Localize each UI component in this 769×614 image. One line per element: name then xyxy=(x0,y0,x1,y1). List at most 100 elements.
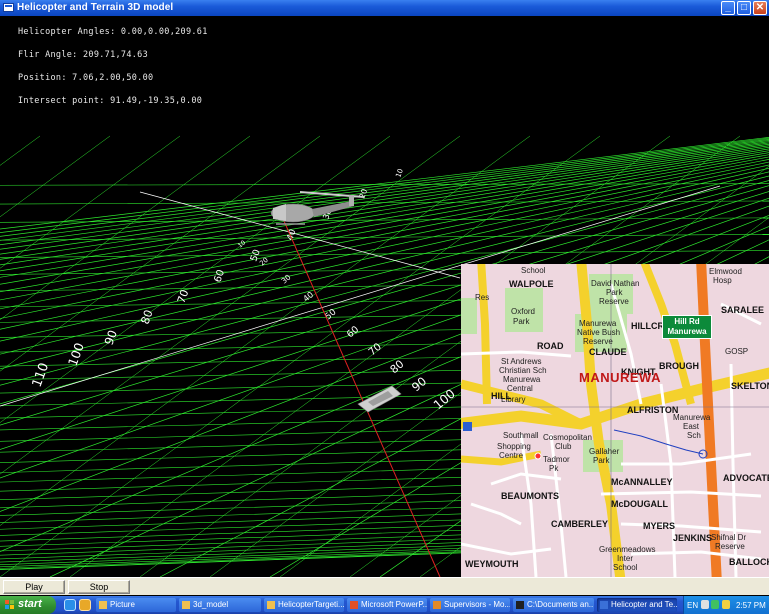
map-label-res: Res xyxy=(475,293,490,302)
map-label-gosp: GOSP xyxy=(725,347,749,356)
play-button[interactable]: Play xyxy=(3,580,65,594)
helicopter-model xyxy=(270,191,365,225)
sign-line-2: Manurewa xyxy=(667,327,707,336)
intersect-point-readout: Intersect point: 91.49,-19.35,0.00 xyxy=(18,96,203,106)
close-button[interactable]: ✕ xyxy=(753,1,767,15)
task-app-icon xyxy=(182,601,190,609)
map-label-christian-sch: Christian Sch xyxy=(499,366,547,375)
grid-row-line xyxy=(0,250,769,258)
map-label-dn-reserve: Reserve xyxy=(599,297,629,306)
task-label: Picture xyxy=(110,600,135,609)
map-label-greenmeadows: Greenmeadows xyxy=(599,545,656,554)
grid-diagonal-line xyxy=(0,135,251,321)
network-icon[interactable] xyxy=(701,600,709,609)
start-label: start xyxy=(18,598,42,610)
terrain-3d-viewport[interactable]: 10 20 30 40 50 60 70 80 90 100 110 10 20 30 40 50 60 70 80… xyxy=(0,16,769,577)
taskbar-task-button[interactable]: HelicopterTargeti... xyxy=(264,598,344,612)
map-label-inter: Inter xyxy=(617,554,634,563)
map-label-shifnal: Shifnal Dr xyxy=(711,533,747,542)
language-indicator[interactable]: EN xyxy=(687,601,698,610)
map-label-saralee: SARALEE xyxy=(721,305,765,315)
map-label-manurewa-east: Manurewa xyxy=(673,413,711,422)
maximize-button[interactable]: □ xyxy=(737,1,751,15)
grid-row-line xyxy=(0,200,769,205)
map-label-gallaher-park: Park xyxy=(593,456,610,465)
map-label-gallaher: Gallaher xyxy=(589,447,620,456)
map-label-alfriston: ALFRISTON xyxy=(627,405,679,415)
track-label: 60 xyxy=(212,268,227,284)
security-icon[interactable] xyxy=(711,600,719,609)
parking-icon xyxy=(463,422,472,431)
grid-row-line xyxy=(0,217,769,223)
taskbar-task-button[interactable]: Picture xyxy=(96,598,176,612)
title-bar[interactable]: Helicopter and Terrain 3D model _ □ ✕ xyxy=(0,0,769,16)
track-label: 100 xyxy=(65,341,87,368)
internet-explorer-icon[interactable] xyxy=(64,599,76,611)
track-label: 10 xyxy=(394,168,405,179)
map-label-myers: MYERS xyxy=(643,521,676,531)
map-label-beaumonts: BEAUMONTS xyxy=(501,491,559,501)
volume-icon[interactable] xyxy=(722,600,730,609)
task-app-icon xyxy=(516,601,524,609)
map-label-road: ROAD xyxy=(537,341,564,351)
map-label-manurewa-bush: Manurewa xyxy=(579,319,617,328)
map-label-bush-reserve: Reserve xyxy=(583,337,613,346)
track-label-near: 70 xyxy=(367,342,384,359)
map-label-sch: Sch xyxy=(687,431,701,440)
map-label-school: School xyxy=(521,266,546,275)
map-label-manurewa-central: Manurewa xyxy=(503,375,541,384)
taskbar-task-button[interactable]: Helicopter and Te... xyxy=(597,598,677,612)
grid-diagonal-line xyxy=(0,135,391,423)
track-label-near: 30 xyxy=(280,272,293,285)
map-suburb-label: MANUREWA xyxy=(579,370,661,385)
track-label-near: 100 xyxy=(431,386,458,412)
task-app-icon xyxy=(600,601,608,609)
task-label: Supervisors - Mo... xyxy=(444,600,510,609)
map-label-st-andrews: St Andrews xyxy=(501,357,542,366)
map-label-oxford: Oxford xyxy=(511,307,536,316)
track-label-near: 50 xyxy=(324,307,339,322)
firefox-icon[interactable] xyxy=(79,599,91,611)
taskbar-task-button[interactable]: C:\Documents an... xyxy=(513,598,594,612)
stop-button[interactable]: Stop xyxy=(68,580,130,594)
system-tray: EN 2:57 PM xyxy=(683,596,769,614)
map-label-ballock: BALLOCK xyxy=(729,557,769,567)
map-label-hill: HILL xyxy=(491,391,511,401)
map-label-advocate: ADVOCATE xyxy=(723,473,769,483)
task-app-icon xyxy=(433,601,441,609)
map-poi-marker xyxy=(534,452,542,460)
task-app-icon xyxy=(99,601,107,609)
map-label-hosp: Hosp xyxy=(713,276,732,285)
map-label-elmwood: Elmwood xyxy=(709,267,742,276)
street-map-inset[interactable]: School Res WALPOLE David Nathan Park Res… xyxy=(461,264,769,577)
ground-vehicle-model xyxy=(357,385,402,413)
minimize-button[interactable]: _ xyxy=(721,1,735,15)
map-label-reserve2: Reserve xyxy=(715,542,745,551)
map-label-claude: CLAUDE xyxy=(589,347,627,357)
taskbar-task-button[interactable]: Microsoft PowerP... xyxy=(347,598,427,612)
map-label-tadmor: Tadmor xyxy=(543,455,570,464)
start-button[interactable]: start xyxy=(0,596,56,614)
map-label-weymouth: WEYMOUTH xyxy=(465,559,519,569)
map-label-camberley: CAMBERLEY xyxy=(551,519,609,529)
track-label: 80 xyxy=(139,308,156,326)
map-label-cosmopolitan: Cosmopolitan xyxy=(543,433,592,442)
map-label-east: East xyxy=(683,422,700,431)
map-label-brough: BROUGH xyxy=(659,361,699,371)
track-label-near: 80 xyxy=(388,357,407,376)
flir-angle-readout: Flir Angle: 209.71,74.63 xyxy=(18,50,149,60)
taskbar-task-button[interactable]: Supervisors - Mo... xyxy=(430,598,510,612)
map-label-club: Club xyxy=(555,442,572,451)
taskbar-task-button[interactable]: 3d_model xyxy=(179,598,261,612)
windows-taskbar: start Picture 3d_model HelicopterTargeti..… xyxy=(0,596,769,614)
task-label: Microsoft PowerP... xyxy=(361,600,427,609)
app-window-icon xyxy=(3,3,14,12)
track-label: 90 xyxy=(102,328,120,347)
track-label-near: 40 xyxy=(301,289,315,303)
clock[interactable]: 2:57 PM xyxy=(736,601,766,610)
task-app-icon xyxy=(267,601,275,609)
map-label-centre: Centre xyxy=(499,451,524,460)
map-label-shopping: Shopping xyxy=(497,442,531,451)
playback-control-bar: Play Stop xyxy=(0,577,769,595)
helicopter-cockpit xyxy=(273,204,286,221)
